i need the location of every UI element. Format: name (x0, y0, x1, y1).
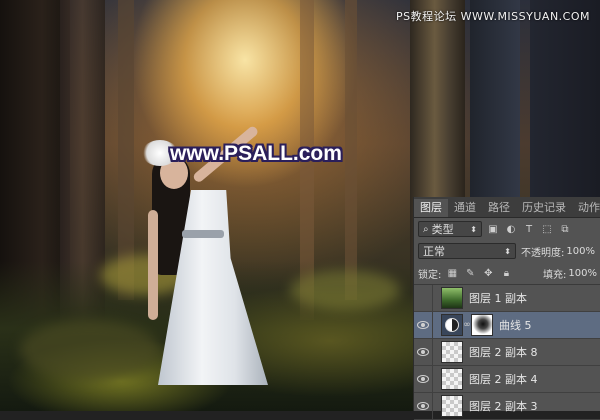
layer-row[interactable]: 图层 2 副本 4 (414, 366, 600, 393)
eye-icon (417, 348, 429, 356)
updown-icon: ⬍ (504, 246, 511, 256)
layer-row[interactable]: ∞ 曲线 5 (414, 312, 600, 339)
visibility-toggle[interactable] (414, 339, 433, 365)
layer-name: 图层 2 副本 8 (469, 346, 538, 359)
adjustment-icon (445, 318, 459, 332)
link-icon[interactable]: ∞ (463, 320, 471, 330)
opacity-label: 不透明度: (521, 247, 565, 259)
filter-type-label: 类型 (431, 223, 454, 236)
smart-object-filter-icon[interactable]: ⧉ (558, 222, 572, 236)
shape-filter-icon[interactable]: ⬚ (540, 222, 554, 236)
eye-icon (417, 321, 429, 329)
filter-row: ⌕ 类型 ⬍ ▣ ◐ T ⬚ ⧉ (414, 218, 600, 240)
search-icon: ⌕ (423, 223, 429, 235)
tab-paths[interactable]: 路径 (482, 199, 516, 217)
tab-channels[interactable]: 通道 (448, 199, 482, 217)
lock-all-icon[interactable]: 🔒︎ (499, 266, 513, 280)
visibility-toggle[interactable] (414, 366, 433, 392)
layer-name: 图层 1 副本 (469, 292, 527, 305)
layer-row[interactable]: 图层 2 副本 3 (414, 393, 600, 420)
visibility-toggle[interactable] (414, 393, 433, 419)
visibility-toggle[interactable] (414, 312, 433, 338)
layer-name: 图层 2 副本 3 (469, 400, 538, 413)
layer-row[interactable]: 图层 1 副本 (414, 285, 600, 312)
panel-tabs: 图层 通道 路径 历史记录 动作 (414, 197, 600, 218)
layer-name: 曲线 5 (499, 319, 532, 332)
lock-label: 锁定: (418, 269, 442, 281)
pixel-filter-icon[interactable]: ▣ (486, 222, 500, 236)
tree-trunk (345, 0, 357, 300)
layer-thumbnail (441, 287, 463, 309)
curves-adjustment-thumbnail (441, 314, 463, 336)
visibility-toggle[interactable] (414, 285, 433, 311)
woman-figure (140, 124, 280, 385)
layer-mask-thumbnail[interactable] (471, 314, 493, 336)
tab-actions[interactable]: 动作 (572, 199, 600, 217)
type-filter-icon[interactable]: T (522, 222, 536, 236)
tree-trunk (470, 0, 520, 200)
tab-history[interactable]: 历史记录 (516, 199, 572, 217)
filter-type-select[interactable]: ⌕ 类型 ⬍ (418, 221, 482, 237)
adjustment-filter-icon[interactable]: ◐ (504, 222, 518, 236)
tab-layers[interactable]: 图层 (414, 199, 448, 217)
lock-transparent-icon[interactable]: ▦ (445, 266, 459, 280)
tree-trunk (530, 0, 600, 200)
blend-mode-value: 正常 (423, 245, 445, 258)
layer-thumbnail (441, 395, 463, 417)
fill-value[interactable]: 100% (568, 268, 597, 279)
lock-paint-icon[interactable]: ✎ (463, 266, 477, 280)
lock-move-icon[interactable]: ✥ (481, 266, 495, 280)
fill-label: 填充: (543, 269, 567, 281)
layer-row[interactable]: 图层 2 副本 8 (414, 339, 600, 366)
belt (182, 230, 224, 238)
layers-panel: 图层 通道 路径 历史记录 动作 ⌕ 类型 ⬍ ▣ ◐ T ⬚ ⧉ 正常 ⬍ 不… (413, 197, 600, 420)
eye-icon (417, 402, 429, 410)
arm (148, 210, 158, 320)
blend-mode-select[interactable]: 正常 ⬍ (418, 243, 516, 259)
layer-name: 图层 2 副本 4 (469, 373, 538, 386)
blend-row: 正常 ⬍ 不透明度: 100% (414, 240, 600, 262)
moss (20, 320, 160, 380)
eye-icon (417, 375, 429, 383)
layer-thumbnail (441, 341, 463, 363)
opacity-value[interactable]: 100% (566, 246, 595, 257)
updown-icon: ⬍ (470, 224, 477, 234)
psall-watermark: www.PSALL.com (170, 142, 342, 165)
site-watermark: PS教程论坛 WWW.MISSYUAN.COM (395, 10, 590, 23)
layer-thumbnail (441, 368, 463, 390)
lock-row: 锁定: ▦ ✎ ✥ 🔒︎ 填充: 100% (414, 262, 600, 284)
moss (290, 270, 400, 310)
